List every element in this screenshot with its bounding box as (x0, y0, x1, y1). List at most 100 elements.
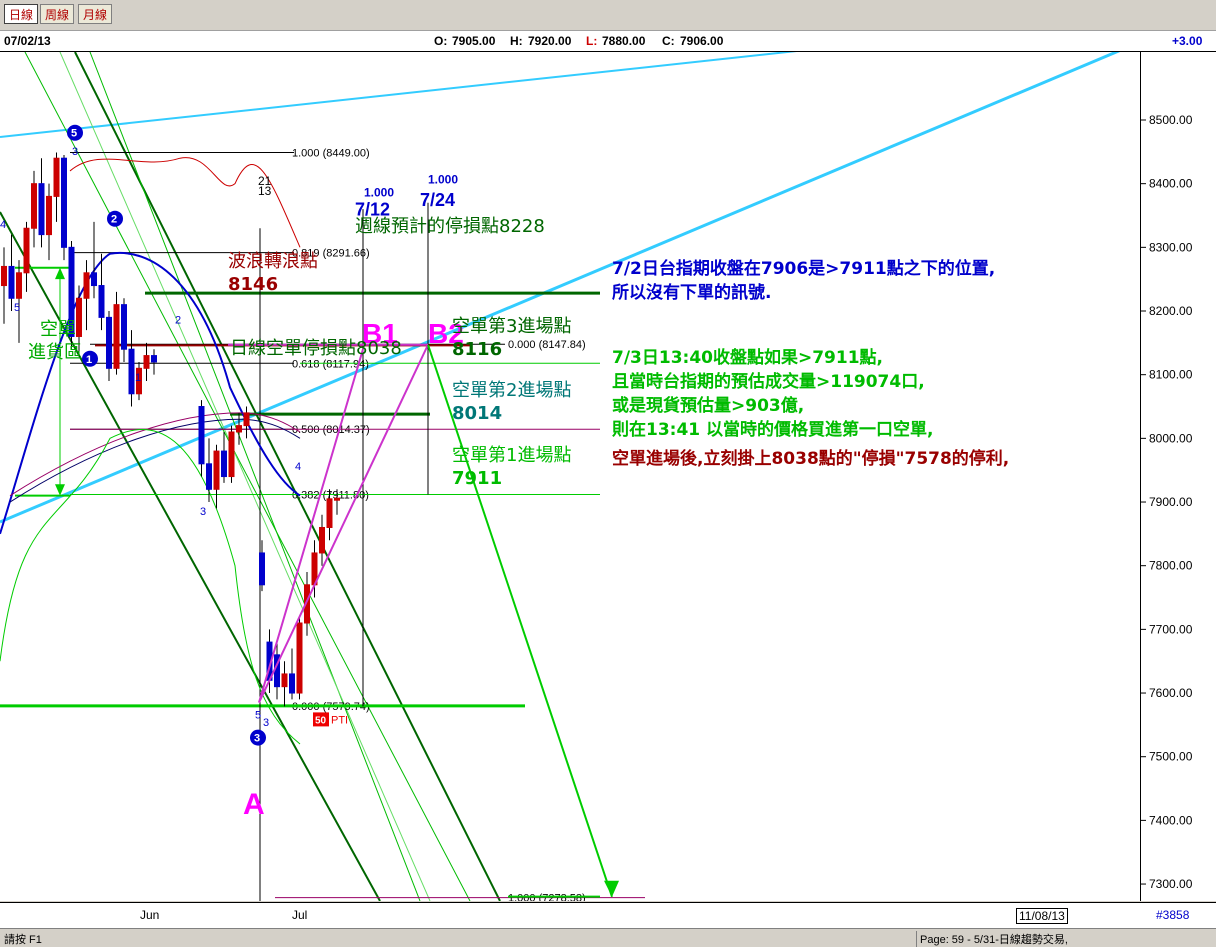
green-channel-3 (59, 52, 431, 901)
short-zone-label-2: 進貨區 (28, 342, 82, 363)
status-bar: 請按 F1 Page: 59 - 5/31-日線趨勢交易, (0, 928, 1216, 947)
candle-body-3 (23, 227, 30, 274)
low-label: L: (586, 34, 598, 48)
fib-label-3: 0.500 (8014.37) (292, 424, 370, 436)
dark-green-channel-1 (0, 211, 381, 901)
tab-weekly[interactable]: 周線 (40, 4, 74, 24)
y-axis-svg: 8500.00 8400.00 8300.00 8200.00 8100.00 8000.… (1141, 113, 1193, 947)
tab-monthly[interactable]: 月線 (78, 4, 112, 24)
candle-body-8 (61, 157, 67, 248)
wave-count-1-text: 1 (86, 354, 92, 366)
weekly-stop-label: 週線預計的停損點8228 (355, 216, 545, 237)
candle-body-22 (206, 463, 212, 490)
close-label: C: (662, 34, 675, 48)
candle-body-31 (281, 673, 288, 688)
time-label-826: 8/26 (596, 900, 631, 901)
y-tick-label-12: 7300.00 (1149, 877, 1193, 891)
tab-daily[interactable]: 日線 (4, 4, 38, 24)
note-line-1: 7/2日台指期收盤在7906是>7911點之下的位置, (612, 259, 996, 279)
y-tick-label-7: 7800.00 (1149, 559, 1193, 573)
timeframe-tabbar: 日線 周線 月線 (0, 0, 1216, 31)
candle-body-1 (8, 265, 15, 299)
candle-body-2 (16, 272, 22, 299)
entry1-title: 空單第1進場點 (452, 445, 572, 466)
y-axis: 8500.00 8400.00 8300.00 8200.00 8100.00 8000.… (1141, 52, 1216, 947)
candle-body-20 (151, 355, 157, 363)
daily-stop-label: 日線空單停損點8038 (230, 338, 402, 359)
open-label: O: (434, 34, 448, 48)
green-channel-2 (89, 52, 421, 901)
candle-body-36 (319, 526, 325, 554)
x-axis: Jun Jul 11/08/13 #3858 (0, 902, 1216, 929)
high-label: H: (510, 34, 523, 48)
candle-body-21 (198, 406, 205, 465)
note-line-3: 7/3日13:40收盤點如果>7911點, (612, 348, 883, 368)
y-tick-label-0: 8500.00 (1149, 113, 1193, 127)
candle-body-25 (228, 431, 235, 478)
candle-body-17 (128, 348, 135, 395)
candle-body-14 (106, 316, 112, 369)
entry2-title: 空單第2進場點 (452, 380, 572, 401)
wave-count-small-0: 4 (0, 219, 6, 231)
candle-body-4 (31, 183, 37, 229)
time-label-13: 13 (258, 184, 272, 198)
wave-count-small-4: 2 (175, 315, 181, 327)
candle-body-5 (38, 183, 45, 236)
wave-count-bottom-3-text: 3 (254, 733, 260, 745)
x-axis-end-date: 11/08/13 (1016, 908, 1068, 924)
note-line-2: 所以沒有下單的訊號. (612, 283, 772, 303)
time-label-724-value: 1.000 (428, 173, 458, 187)
candle-body-37 (326, 498, 333, 528)
entry2-value: 8014 (452, 403, 503, 424)
y-tick-label-10: 7500.00 (1149, 750, 1193, 764)
wave-count-small-2: 3 (72, 146, 78, 158)
chart-date: 07/02/13 (4, 34, 51, 48)
fib-ext-label-b: 0.000 (8147.84) (508, 339, 586, 351)
entry1-value: 7911 (452, 468, 503, 489)
status-page: Page: 59 - 5/31-日線趨勢交易, (916, 931, 1068, 947)
candle-body-12 (91, 272, 97, 287)
ohlc-header: 07/02/13 O: 7905.00 H: 7920.00 L: 7880.0… (0, 31, 1216, 52)
candle-body-32 (289, 673, 295, 694)
candle-body-38 (334, 497, 340, 501)
wave-label-a: A (243, 788, 265, 821)
low-value: 7880.00 (602, 34, 646, 48)
change-value: +3.00 (1172, 34, 1203, 48)
candle-body-26 (236, 425, 242, 433)
candle-body-6 (46, 195, 52, 236)
entry3-title: 空單第3進場點 (452, 316, 572, 337)
chart-plot-area[interactable]: 1.000 (8449.00) 0.819 (8291.66) 0.618 (811… (0, 52, 1141, 901)
y-tick-label-1: 8400.00 (1149, 177, 1193, 191)
candle-body-16 (121, 304, 127, 350)
bollinger-upper (69, 157, 301, 248)
y-tick-label-3: 8200.00 (1149, 304, 1193, 318)
turn-point-title: 波浪轉浪點 (228, 251, 318, 272)
close-value: 7906.00 (680, 34, 724, 48)
candle-body-10 (76, 297, 82, 337)
time-label-712-value: 1.000 (364, 185, 394, 199)
turn-point-value: 8146 (228, 274, 279, 295)
wave-count-small-6: 4 (295, 461, 301, 473)
wave-count-2-text: 2 (111, 214, 117, 226)
note-line-7: 空單進場後,立刻掛上8038點的"停損"7578的停利, (612, 449, 1010, 469)
cyan-trendline-upper (0, 52, 797, 138)
candle-body-13 (98, 285, 105, 318)
bar-number: #3858 (1156, 908, 1190, 922)
candle-body-0 (1, 265, 7, 287)
wave-c-arrowhead (604, 880, 619, 897)
wave-count-top-5-text: 5 (71, 128, 77, 140)
y-tick-label-9: 7600.00 (1149, 686, 1193, 700)
wave-count-small-5: 3 (200, 506, 206, 518)
candle-body-33 (296, 622, 303, 694)
y-tick-label-6: 7900.00 (1149, 495, 1193, 509)
y-tick-label-11: 7400.00 (1149, 813, 1193, 827)
wave-count-small-3: 1 (135, 372, 141, 384)
green-channel-1 (24, 52, 471, 901)
y-tick-label-2: 8300.00 (1149, 240, 1193, 254)
pti-text: PTI (331, 714, 348, 726)
candle-body-28 (259, 552, 265, 586)
x-tick-jun: Jun (140, 908, 160, 922)
candle-body-27 (243, 412, 250, 427)
entry3-value: 8116 (452, 339, 503, 360)
wave-count-small-1: 5 (14, 302, 20, 314)
